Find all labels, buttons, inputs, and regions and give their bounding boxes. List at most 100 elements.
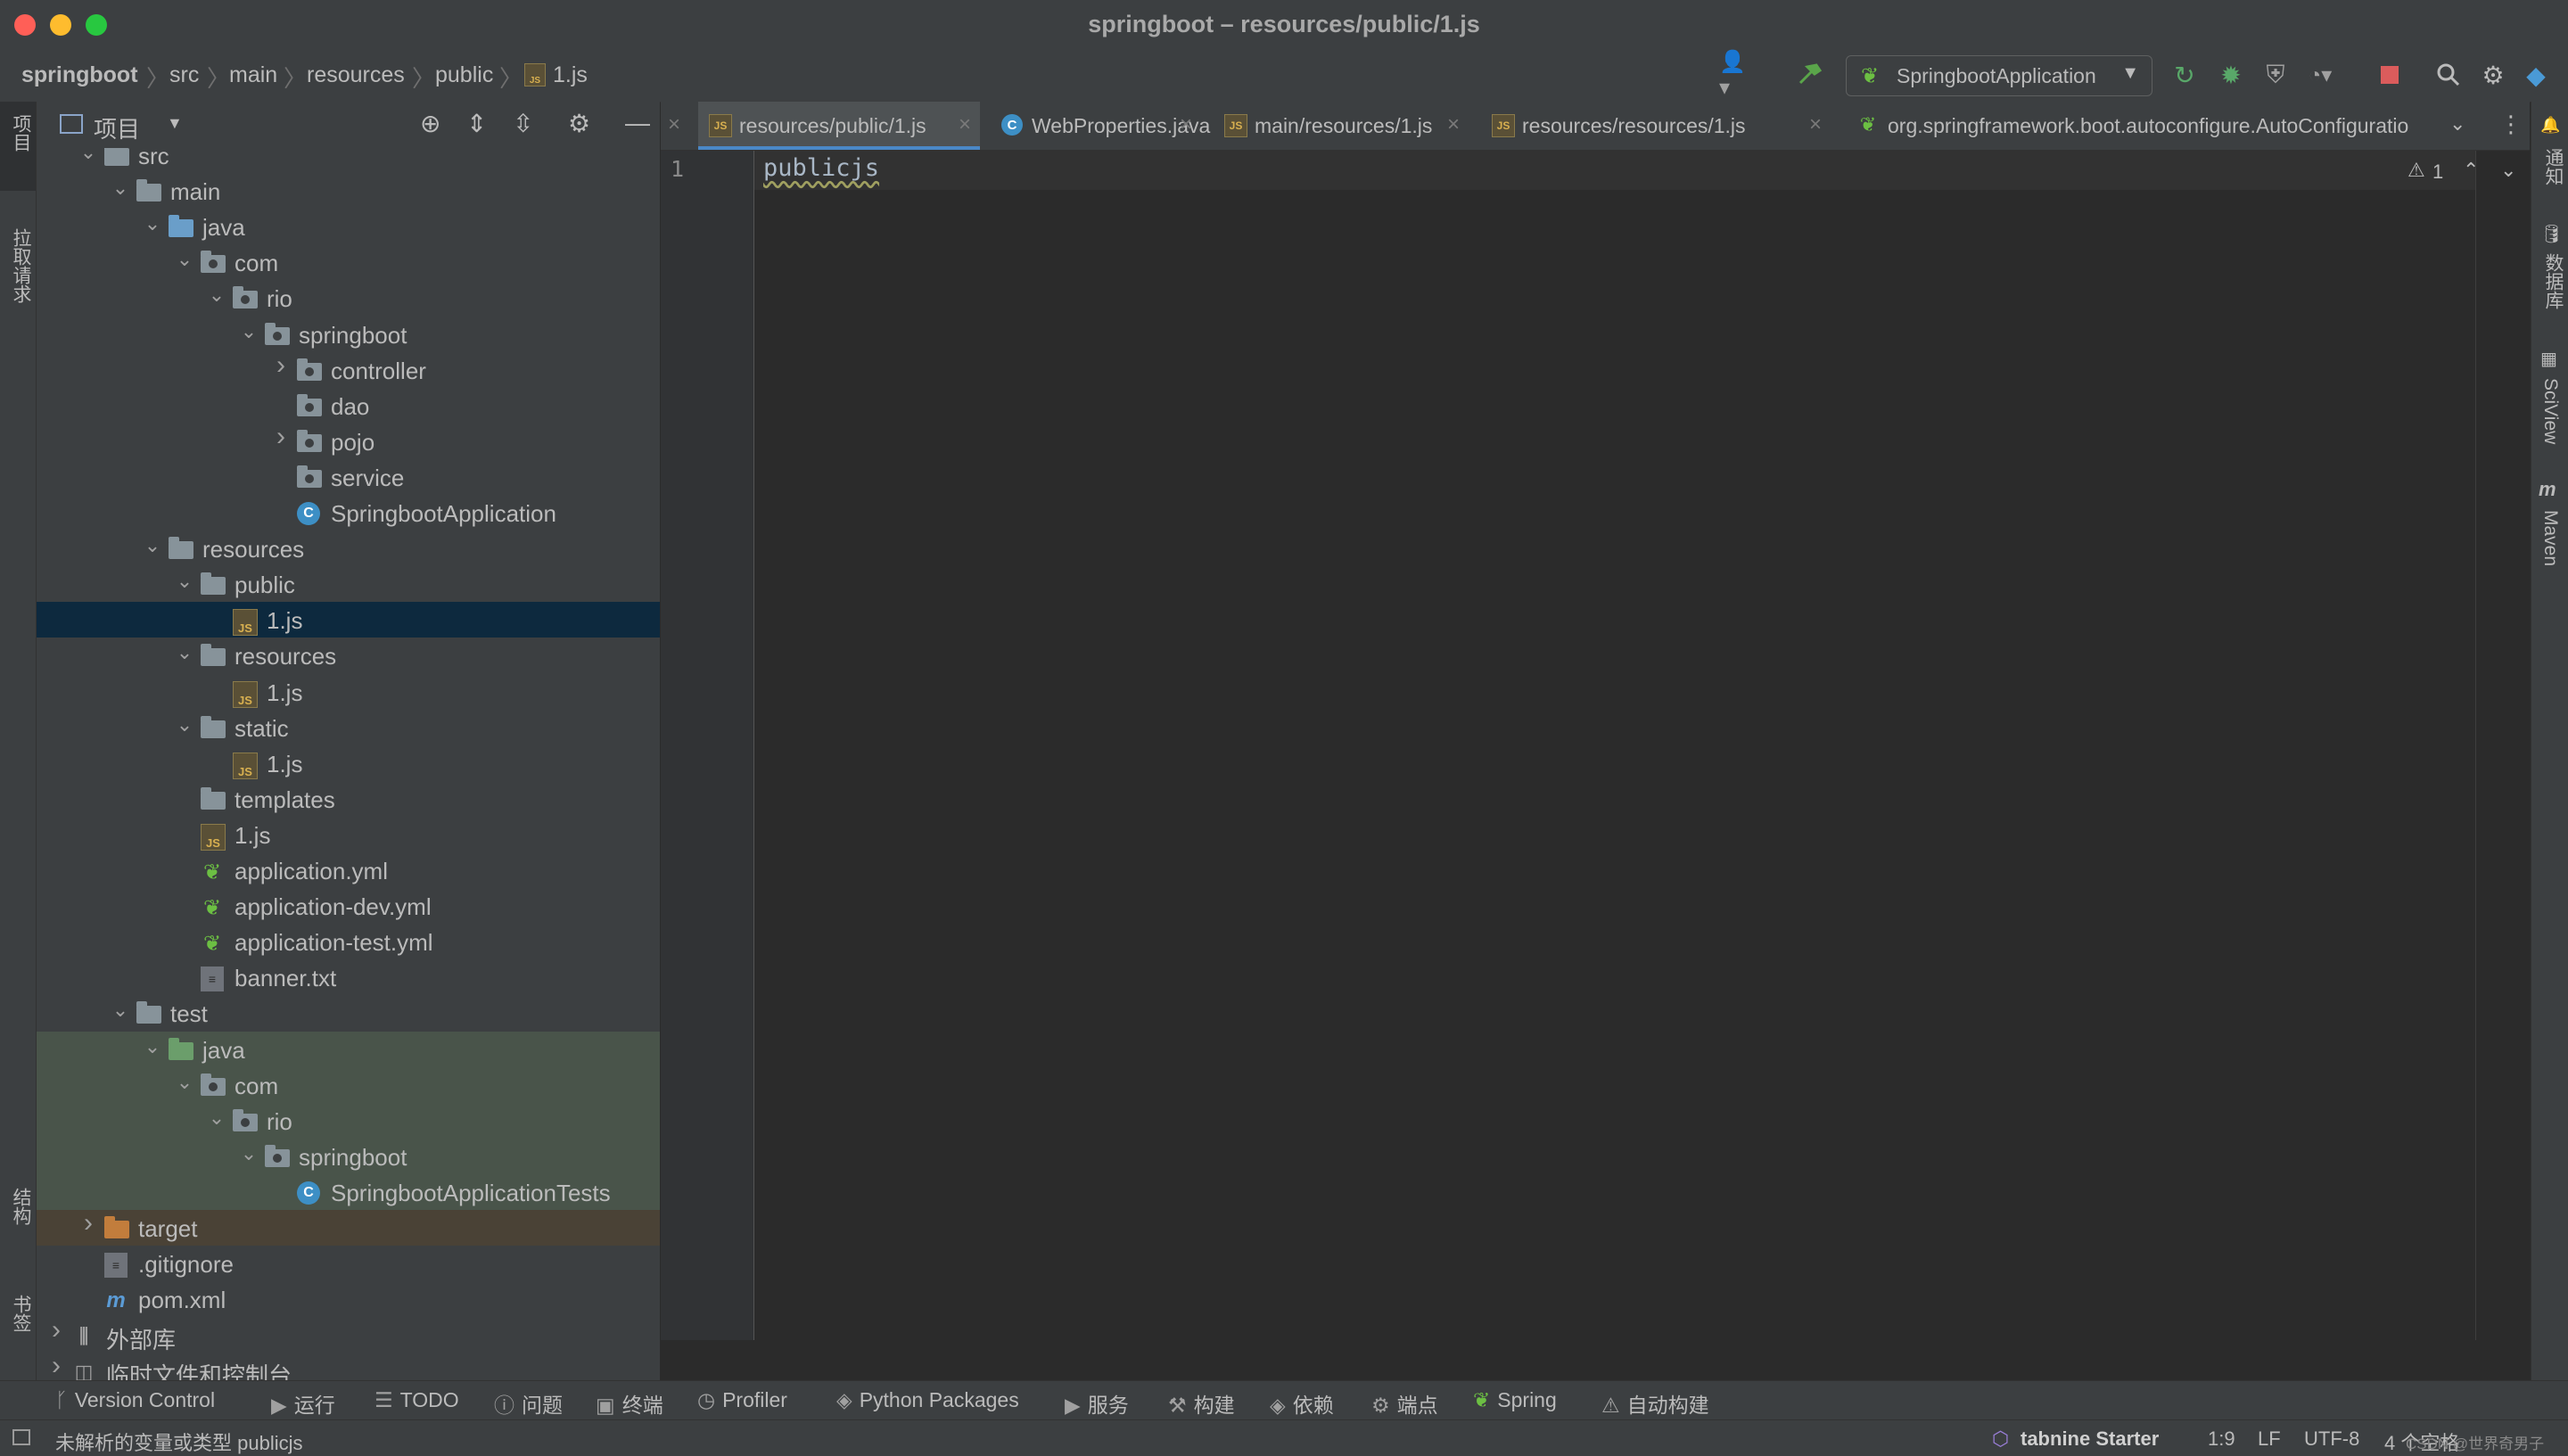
build-tool-button[interactable]: ⚒ 构建 <box>1168 1388 1235 1419</box>
editor-tab[interactable]: C WebProperties.java × <box>991 102 1210 150</box>
maven-tool-button[interactable]: m Maven <box>2531 476 2568 592</box>
endpoints-tool-button[interactable]: ⚙ 端点 <box>1371 1388 1438 1419</box>
tree-item-main[interactable]: ⌄ main <box>37 173 660 209</box>
tree-item-rio[interactable]: ⌄ rio <box>37 1102 660 1139</box>
tree-item-resources[interactable]: ⌄ resources <box>37 531 660 566</box>
chevron-down-icon[interactable]: ⌄ <box>240 1142 258 1165</box>
bookmarks-tool-button[interactable]: 书签 <box>0 1287 36 1359</box>
chevron-right-icon[interactable]: › <box>272 422 290 452</box>
problems-tool-button[interactable]: ⓘ 问题 <box>494 1388 563 1419</box>
tree-item-pojo[interactable]: › pojo <box>37 422 660 459</box>
tree-item-rio[interactable]: ⌄ rio <box>37 280 660 316</box>
tree-item-banner-txt[interactable]: ≡ banner.txt <box>37 959 660 995</box>
chevron-down-icon[interactable]: ⌄ <box>176 570 193 593</box>
expand-all-icon[interactable]: ⇕ <box>466 109 487 138</box>
close-tab-icon[interactable]: × <box>1809 112 1822 137</box>
tree-item-1-js[interactable]: JS 1.js <box>37 602 660 638</box>
sciview-tool-button[interactable]: ▦ SciView <box>2531 342 2568 458</box>
chevron-right-icon[interactable]: › <box>272 350 290 381</box>
tabnine-status[interactable]: tabnine Starter <box>2021 1427 2159 1451</box>
chevron-down-icon[interactable]: ⌄ <box>144 1035 161 1058</box>
close-tab-icon[interactable]: × <box>1180 112 1192 137</box>
editor-tab[interactable]: ❦ org.springframework.boot.autoconfigure.… <box>1847 102 2426 150</box>
chevron-down-icon[interactable]: ⌄ <box>79 148 97 164</box>
tree-item-com[interactable]: ⌄ com <box>37 244 660 280</box>
spring-tool-button[interactable]: ❦ Spring <box>1473 1388 1557 1412</box>
tree-item-pom-xml[interactable]: m pom.xml <box>37 1281 660 1317</box>
tree-item-1-js[interactable]: JS 1.js <box>37 674 660 710</box>
chevron-down-icon[interactable]: ⌄ <box>176 713 193 736</box>
stop-icon[interactable] <box>2374 59 2406 91</box>
tree-item-application-test-yml[interactable]: ❦ application-test.yml <box>37 924 660 959</box>
tree-item-templates[interactable]: templates <box>37 781 660 817</box>
profiler-tool-button[interactable]: ◷ Profiler <box>697 1388 787 1412</box>
editor-tab[interactable]: JS resources/resources/1.js × <box>1481 102 1831 150</box>
collapse-all-icon[interactable]: ⇳ <box>513 109 533 138</box>
breadcrumb-file[interactable]: 1.js <box>553 62 588 88</box>
tab-list-chevron-icon[interactable]: ⌄ <box>2449 112 2465 136</box>
rerun-icon[interactable]: ↻ <box>2169 59 2201 91</box>
chevron-down-icon[interactable]: ⌄ <box>208 1106 226 1130</box>
terminal-tool-button[interactable]: ▣ 终端 <box>596 1388 663 1419</box>
build-hammer-icon[interactable] <box>1794 59 1826 91</box>
version-control-tool-button[interactable]: ᚴ Version Control <box>55 1388 215 1412</box>
auto-build-tool-button[interactable]: ⚠ 自动构建 <box>1601 1388 1709 1419</box>
tree-item-springboot[interactable]: ⌄ springboot <box>37 1138 660 1174</box>
tree-item-item[interactable]: › ⫼ 外部库 <box>37 1315 660 1353</box>
database-tool-button[interactable]: 🛢 数据库 <box>2531 218 2568 325</box>
todo-tool-button[interactable]: ☰ TODO <box>374 1388 459 1412</box>
chevron-down-icon[interactable]: ▼ <box>167 114 183 133</box>
debug-bug-icon[interactable]: ✹ <box>2215 59 2247 91</box>
notifications-tool-button[interactable]: 🔔 通知 <box>2531 111 2568 200</box>
tree-item-springbootapplicationtests[interactable]: C SpringbootApplicationTests <box>37 1173 660 1210</box>
file-encoding[interactable]: UTF-8 <box>2304 1427 2359 1451</box>
tree-item-controller[interactable]: › controller <box>37 350 660 388</box>
structure-tool-button[interactable]: 结构 <box>0 1180 36 1252</box>
account-icon[interactable]: 👤▾ <box>1719 50 1751 100</box>
tree-item-gitignore[interactable]: ≡ .gitignore <box>37 1246 660 1281</box>
tree-item-src[interactable]: ⌄ src <box>37 148 660 173</box>
chevron-down-icon[interactable]: ⌄ <box>111 177 129 200</box>
chevron-down-icon[interactable]: ⌄ <box>176 641 193 664</box>
breadcrumb-main[interactable]: main <box>229 62 277 88</box>
code-editor[interactable] <box>661 151 2530 1340</box>
more-options-icon[interactable]: ⋮ <box>2499 111 2523 138</box>
tree-item-1-js[interactable]: JS 1.js <box>37 817 660 852</box>
chevron-down-icon[interactable]: ⌄ <box>176 248 193 271</box>
panel-settings-gear-icon[interactable]: ⚙ <box>568 109 590 138</box>
settings-gear-icon[interactable]: ⚙ <box>2477 59 2509 91</box>
tree-item-public[interactable]: ⌄ public <box>37 566 660 602</box>
chevron-right-icon[interactable]: › <box>79 1208 97 1238</box>
python-packages-tool-button[interactable]: ◈ Python Packages <box>836 1388 1019 1412</box>
project-tool-window-button[interactable]: 项目 <box>0 102 36 191</box>
dependencies-tool-button[interactable]: ◈ 依赖 <box>1270 1388 1334 1419</box>
chevron-down-icon[interactable]: ⌄ <box>208 284 226 307</box>
tree-item-item[interactable]: › ◫ 临时文件和控制台 <box>37 1351 660 1380</box>
next-problem-icon[interactable]: ⌄ <box>2500 159 2516 182</box>
run-tool-button[interactable]: ▶ 运行 <box>271 1388 335 1419</box>
breadcrumb-project[interactable]: springboot <box>21 62 138 88</box>
toggle-tool-windows-icon[interactable] <box>12 1429 30 1445</box>
tree-item-java[interactable]: ⌄ java <box>37 209 660 244</box>
tree-item-springbootapplication[interactable]: C SpringbootApplication <box>37 495 660 531</box>
tree-item-application-dev-yml[interactable]: ❦ application-dev.yml <box>37 888 660 924</box>
hide-panel-icon[interactable]: — <box>625 109 650 137</box>
tree-item-1-js[interactable]: JS 1.js <box>37 745 660 781</box>
coverage-shield-icon[interactable]: ⛨ <box>2259 59 2292 91</box>
tree-item-java[interactable]: ⌄ java <box>37 1031 660 1067</box>
tree-item-test[interactable]: ⌄ test <box>37 995 660 1031</box>
jetbrains-toolbox-icon[interactable]: ◆ <box>2520 59 2552 91</box>
chevron-down-icon[interactable]: ⌄ <box>144 212 161 235</box>
tree-item-static[interactable]: ⌄ static <box>37 710 660 745</box>
tree-item-application-yml[interactable]: ❦ application.yml <box>37 852 660 888</box>
previous-problem-icon[interactable]: ⌃ <box>2463 159 2479 182</box>
locate-file-icon[interactable]: ⊕ <box>420 109 440 138</box>
chevron-right-icon[interactable]: › <box>47 1315 65 1345</box>
tree-item-target[interactable]: › target <box>37 1208 660 1246</box>
chevron-down-icon[interactable]: ⌄ <box>144 534 161 557</box>
project-panel-title[interactable]: 项目 <box>94 111 140 144</box>
breadcrumb-public[interactable]: public <box>435 62 493 88</box>
run-configuration-selector[interactable]: ❦ SpringbootApplication ▼ <box>1846 55 2152 96</box>
line-separator[interactable]: LF <box>2258 1427 2281 1451</box>
profile-icon[interactable]: ◔▾ <box>2304 59 2336 91</box>
